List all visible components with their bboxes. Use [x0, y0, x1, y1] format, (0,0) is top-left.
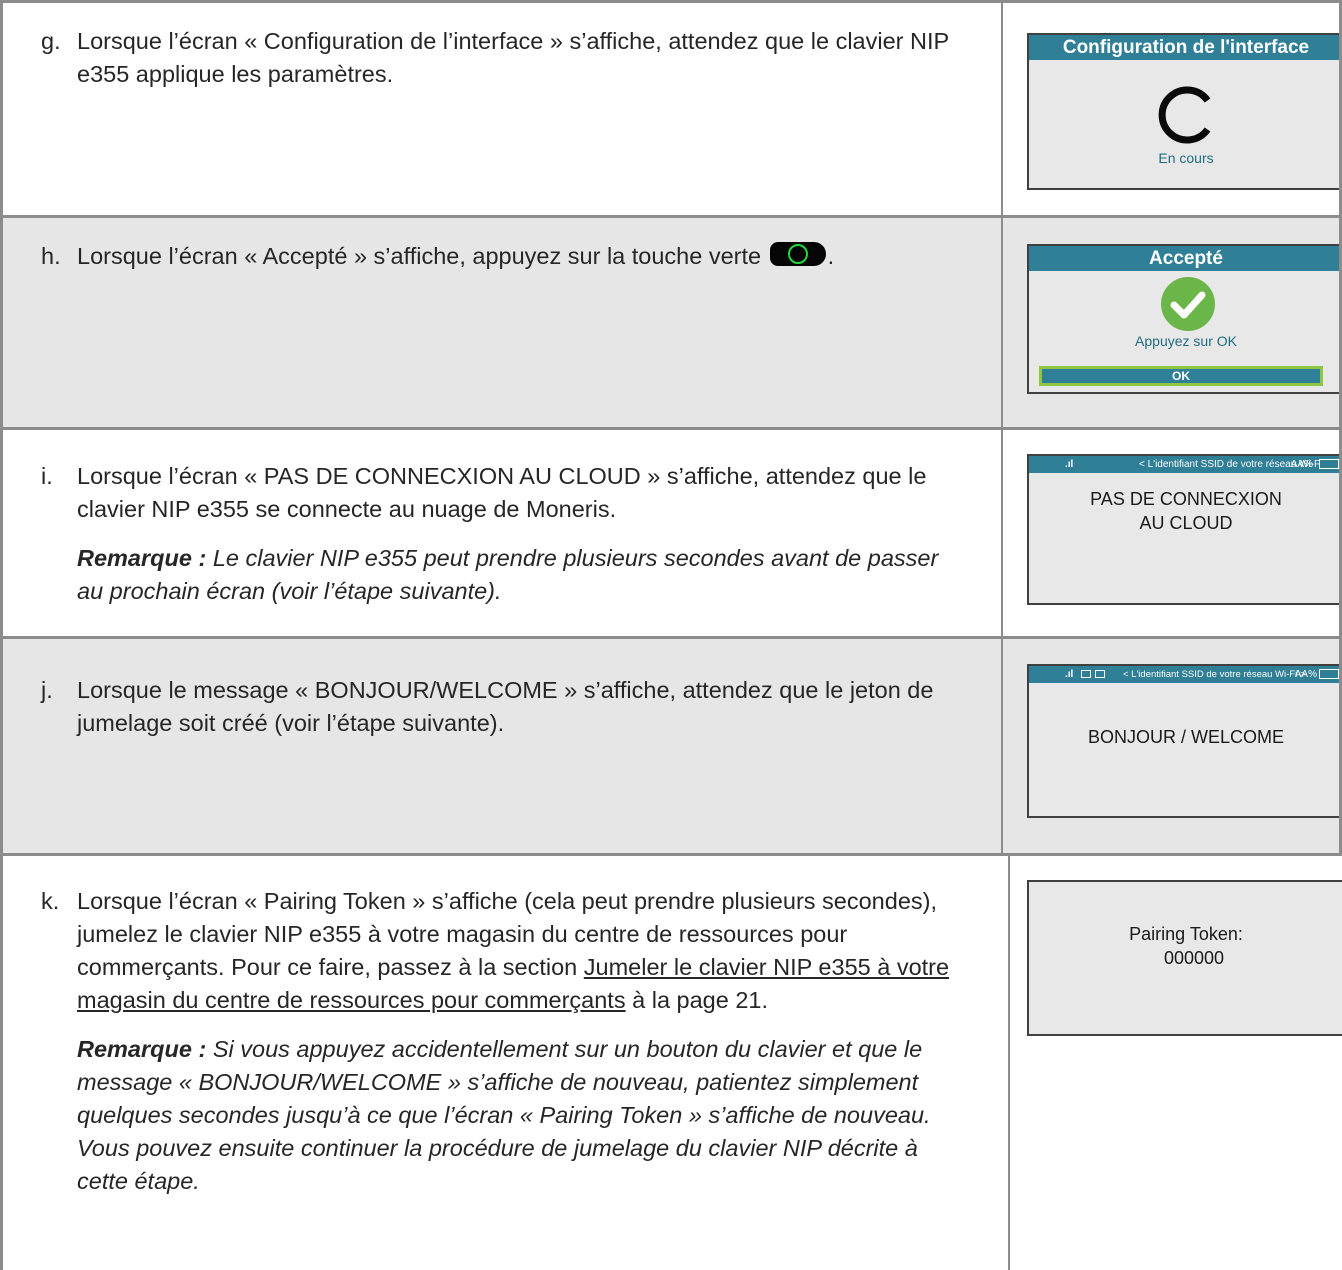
- pairing-token-value: 000000: [1163, 948, 1225, 968]
- step-row-h: h. Lorsque l’écran « Accepté » s’affiche…: [3, 218, 1342, 430]
- step-row-k: k. Lorsque l’écran « Pairing Token » s’a…: [3, 856, 1342, 1270]
- battery-icon: [1319, 459, 1339, 469]
- battery-percent: AA%: [1290, 459, 1313, 470]
- pairing-token-label: Pairing Token:: [1129, 924, 1243, 944]
- terminal-screen-config: Configuration de l'interface En cours: [1027, 33, 1342, 190]
- step-note: Remarque : Si vous appuyez accidentellem…: [77, 1033, 961, 1198]
- step-letter: k.: [41, 888, 60, 914]
- terminal-screen-welcome: .ıl < L'identifiant SSID de votre réseau…: [1027, 664, 1342, 818]
- screen-caption: En cours: [1158, 150, 1214, 166]
- battery-percent: AA%: [1294, 669, 1317, 680]
- screen-title: Configuration de l'interface: [1029, 35, 1342, 60]
- note-text: Si vous appuyez accidentellement sur un …: [77, 1036, 931, 1194]
- step-text-after: à la page 21.: [625, 987, 769, 1013]
- step-text-container: Lorsque l’écran « Pairing Token » s’affi…: [77, 885, 961, 1017]
- step-letter: h.: [41, 243, 61, 269]
- signal-icon: .ıl: [1065, 669, 1074, 680]
- step-letter: i.: [41, 463, 53, 489]
- step-row-j: j. Lorsque le message « BONJOUR/WELCOME …: [3, 639, 1342, 856]
- green-key-icon: [769, 242, 826, 266]
- note-label: Remarque :: [77, 1036, 207, 1062]
- step-j: j. Lorsque le message « BONJOUR/WELCOME …: [41, 674, 961, 740]
- column-divider: [1001, 0, 1003, 856]
- check-circle-icon: [1161, 277, 1215, 331]
- loading-spinner-icon: [1158, 86, 1211, 144]
- step-k: k. Lorsque l’écran « Pairing Token » s’a…: [41, 885, 961, 1198]
- step-text-container: Lorsque l’écran « Accepté » s’affiche, a…: [77, 240, 961, 273]
- terminal-screen-pairing-token: Pairing Token: 000000: [1027, 880, 1342, 1036]
- step-i: i. Lorsque l’écran « PAS DE CONNECXION A…: [41, 460, 961, 608]
- note-label: Remarque :: [77, 545, 207, 571]
- screen-message: BONJOUR / WELCOME: [1087, 727, 1284, 747]
- screen-message-line2: AU CLOUD: [1139, 513, 1233, 533]
- step-text: Lorsque l’écran « PAS DE CONNECXION AU C…: [77, 463, 927, 522]
- screen-caption: Appuyez sur OK: [1135, 333, 1237, 349]
- battery-icon: [1319, 669, 1339, 679]
- step-letter: j.: [41, 677, 53, 703]
- step-h: h. Lorsque l’écran « Accepté » s’affiche…: [41, 240, 961, 273]
- step-letter: g.: [41, 28, 61, 54]
- terminal-screen-no-cloud: .ıl < L'identifiant SSID de votre réseau…: [1027, 454, 1342, 605]
- column-divider: [1008, 856, 1010, 1270]
- screen-message-line1: PAS DE CONNECXION: [1090, 489, 1282, 509]
- status-bar: .ıl < L'identifiant SSID de votre réseau…: [1029, 666, 1342, 683]
- step-row-g: g. Lorsque l’écran « Configuration de l’…: [3, 0, 1342, 218]
- wifi-ssid: < L'identifiant SSID de votre réseau Wi-…: [1123, 669, 1306, 680]
- step-text-end: .: [827, 243, 835, 269]
- note-text: Le clavier NIP e355 peut prendre plusieu…: [77, 545, 939, 604]
- status-bar: .ıl < L'identifiant SSID de votre réseau…: [1029, 456, 1342, 473]
- signal-icon: .ıl: [1065, 459, 1074, 470]
- ok-button[interactable]: OK: [1039, 366, 1323, 386]
- connection-icon: [1081, 670, 1091, 678]
- step-text: Lorsque l’écran « Accepté » s’affiche, a…: [77, 243, 762, 269]
- screen-title: Accepté: [1029, 246, 1342, 271]
- step-text: Lorsque le message « BONJOUR/WELCOME » s…: [77, 677, 934, 736]
- instruction-table: g. Lorsque l’écran « Configuration de l’…: [0, 0, 1342, 1270]
- step-note: Remarque : Le clavier NIP e355 peut pren…: [77, 542, 961, 608]
- terminal-screen-accepted: Accepté Appuyez sur OK OK: [1027, 244, 1342, 394]
- connection-icon: [1095, 670, 1105, 678]
- step-g: g. Lorsque l’écran « Configuration de l’…: [41, 25, 961, 91]
- step-row-i: i. Lorsque l’écran « PAS DE CONNECXION A…: [3, 430, 1342, 639]
- step-text: Lorsque l’écran « Configuration de l’int…: [77, 28, 949, 87]
